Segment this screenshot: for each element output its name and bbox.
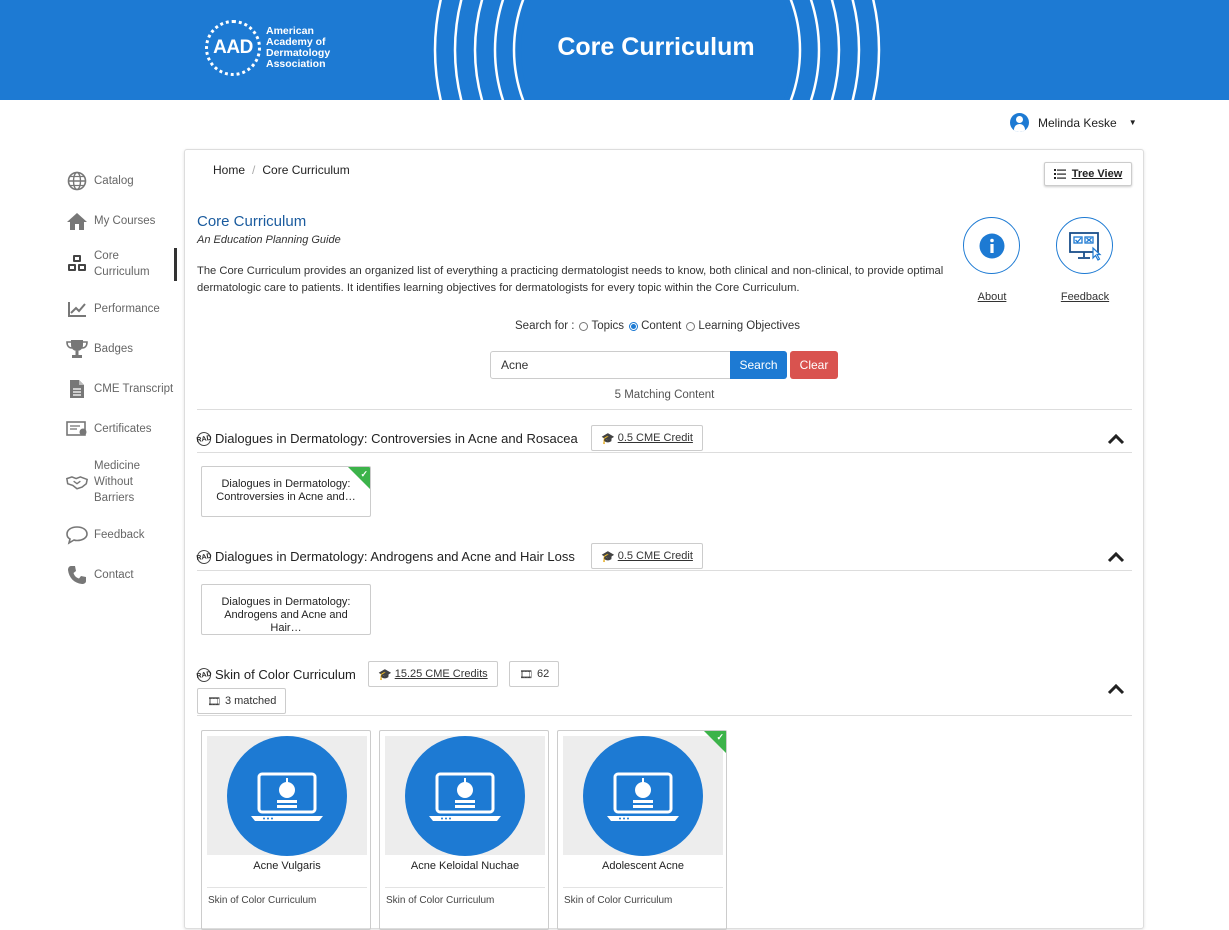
- sidebar-item-certificates[interactable]: Certificates: [66, 418, 152, 440]
- radio-content[interactable]: [629, 321, 639, 331]
- course-thumbnail: [563, 735, 723, 856]
- logo-wordmark: American Academy of Dermatology Associat…: [266, 25, 331, 70]
- page-title: Core Curriculum: [197, 213, 307, 230]
- course-title: Adolescent Acne: [602, 860, 684, 872]
- main-panel: Home / Core Curriculum Tree View Core Curr…: [184, 149, 1144, 930]
- cme-credit-link[interactable]: 🎓 15.25 CME Credits: [368, 661, 498, 687]
- section-title[interactable]: RAD Dialogues in Dermatology: Controvers…: [195, 430, 578, 447]
- cme-credit-link[interactable]: 🎓 0.5 CME Credit: [591, 543, 703, 569]
- divider: [385, 887, 545, 888]
- user-menu[interactable]: Melinda Keske ▼: [1010, 113, 1137, 132]
- laptop-apple-icon: [405, 735, 525, 856]
- sidebar-item-contact[interactable]: Contact: [66, 564, 134, 586]
- result-count: 5 Matching Content: [614, 389, 715, 401]
- radio-topics[interactable]: [579, 321, 589, 331]
- divider: [197, 452, 1132, 453]
- course-card[interactable]: Acne Vulgaris Skin of Color Curriculum: [201, 730, 371, 930]
- clear-button[interactable]: Clear: [790, 351, 838, 379]
- info-icon: [963, 217, 1020, 274]
- content-card[interactable]: Dialogues in Dermatology: Controversies …: [201, 466, 371, 517]
- header-banner: AAD American Academy of Dermatology Asso…: [0, 0, 1229, 100]
- course-thumbnail: [385, 735, 545, 856]
- graduation-cap-icon: 🎓: [601, 432, 615, 445]
- logo-mark: AAD: [205, 20, 261, 76]
- laptop-apple-icon: [227, 735, 347, 856]
- course-subtitle: Skin of Color Curriculum: [208, 895, 317, 906]
- section-title[interactable]: RAD Skin of Color Curriculum: [195, 666, 356, 683]
- graduation-cap-icon: 🎓: [378, 668, 392, 681]
- film-icon: 🎞: [519, 668, 533, 681]
- course-card[interactable]: ✓ Adolescent Acne Skin of Color Curricul…: [557, 730, 727, 930]
- sidebar-active-indicator: [174, 248, 177, 281]
- breadcrumb: Home / Core Curriculum: [213, 163, 350, 177]
- laptop-apple-icon: [583, 735, 703, 856]
- feedback-link[interactable]: Feedback: [1056, 217, 1114, 303]
- graduation-cap-icon: 🎓: [601, 550, 615, 563]
- item-count-badge: 🎞 62: [509, 661, 560, 687]
- checkmark-icon: ✓: [360, 469, 368, 479]
- chevron-up-icon[interactable]: [1107, 551, 1125, 563]
- section-title[interactable]: RAD Dialogues in Dermatology: Androgens …: [195, 548, 575, 565]
- radio-learning-objectives[interactable]: [686, 321, 696, 331]
- search-button[interactable]: Search: [730, 351, 787, 379]
- list-icon: [1053, 169, 1066, 179]
- trophy-icon: [66, 338, 88, 360]
- user-name: Melinda Keske: [1038, 115, 1117, 130]
- monitor-checklist-icon: [1056, 217, 1113, 274]
- home-icon: [66, 210, 88, 232]
- sidebar-item-medicine-without-barriers[interactable]: Medicine Without Barriers: [66, 458, 154, 506]
- divider: [197, 715, 1132, 716]
- handshake-icon: [66, 471, 88, 493]
- cubes-icon: [66, 253, 88, 275]
- rad-badge-icon: RAD: [195, 430, 213, 447]
- rad-badge-icon: RAD: [195, 666, 213, 683]
- divider: [197, 409, 1132, 410]
- content-card[interactable]: Dialogues in Dermatology: Androgens and …: [201, 584, 371, 635]
- matched-count-badge: 🎞 3 matched: [197, 688, 287, 714]
- divider: [563, 887, 723, 888]
- search-type-selector: Search for : Topics Content Learning Obj…: [515, 320, 800, 332]
- rad-badge-icon: RAD: [195, 548, 213, 565]
- checkmark-icon: ✓: [716, 732, 724, 742]
- chart-line-icon: [66, 298, 88, 320]
- phone-icon: [66, 564, 88, 586]
- course-title: Acne Keloidal Nuchae: [410, 860, 520, 872]
- course-card[interactable]: Acne Keloidal Nuchae Skin of Color Curri…: [379, 730, 549, 930]
- course-subtitle: Skin of Color Curriculum: [564, 895, 673, 906]
- sidebar-item-catalog[interactable]: Catalog: [66, 170, 134, 192]
- sidebar-item-core-curriculum[interactable]: Core Curriculum: [66, 248, 164, 280]
- user-avatar-icon: [1010, 113, 1029, 132]
- chevron-up-icon[interactable]: [1107, 683, 1125, 695]
- about-link[interactable]: About: [963, 217, 1021, 303]
- search-for-label: Search for :: [515, 320, 575, 332]
- page-description: The Core Curriculum provides an organize…: [197, 265, 944, 294]
- cme-credit-link[interactable]: 🎓 0.5 CME Credit: [591, 425, 703, 451]
- certificate-icon: [66, 418, 88, 440]
- chevron-up-icon[interactable]: [1107, 433, 1125, 445]
- document-icon: [66, 378, 88, 400]
- divider: [197, 570, 1132, 571]
- sidebar-item-cme-transcript[interactable]: CME Transcript: [66, 378, 173, 400]
- globe-icon: [66, 170, 88, 192]
- speech-bubble-icon: [66, 524, 88, 546]
- caret-down-icon: ▼: [1128, 118, 1137, 127]
- sidebar-item-badges[interactable]: Badges: [66, 338, 133, 360]
- sidebar-item-feedback[interactable]: Feedback: [66, 524, 145, 546]
- film-icon: 🎞: [207, 695, 221, 708]
- course-subtitle: Skin of Color Curriculum: [386, 895, 495, 906]
- banner-title: Core Curriculum: [557, 33, 755, 61]
- sidebar-item-performance[interactable]: Performance: [66, 298, 160, 320]
- sidebar-item-my-courses[interactable]: My Courses: [66, 210, 155, 232]
- course-title: Acne Vulgaris: [253, 860, 321, 872]
- course-thumbnail: [207, 735, 367, 856]
- tree-view-button[interactable]: Tree View: [1044, 162, 1132, 186]
- search-input[interactable]: [490, 351, 731, 379]
- page-subtitle: An Education Planning Guide: [197, 234, 341, 246]
- breadcrumb-current: Core Curriculum: [262, 163, 350, 177]
- breadcrumb-home[interactable]: Home: [213, 163, 245, 177]
- aad-logo[interactable]: AAD American Academy of Dermatology Asso…: [205, 20, 330, 76]
- divider: [207, 887, 367, 888]
